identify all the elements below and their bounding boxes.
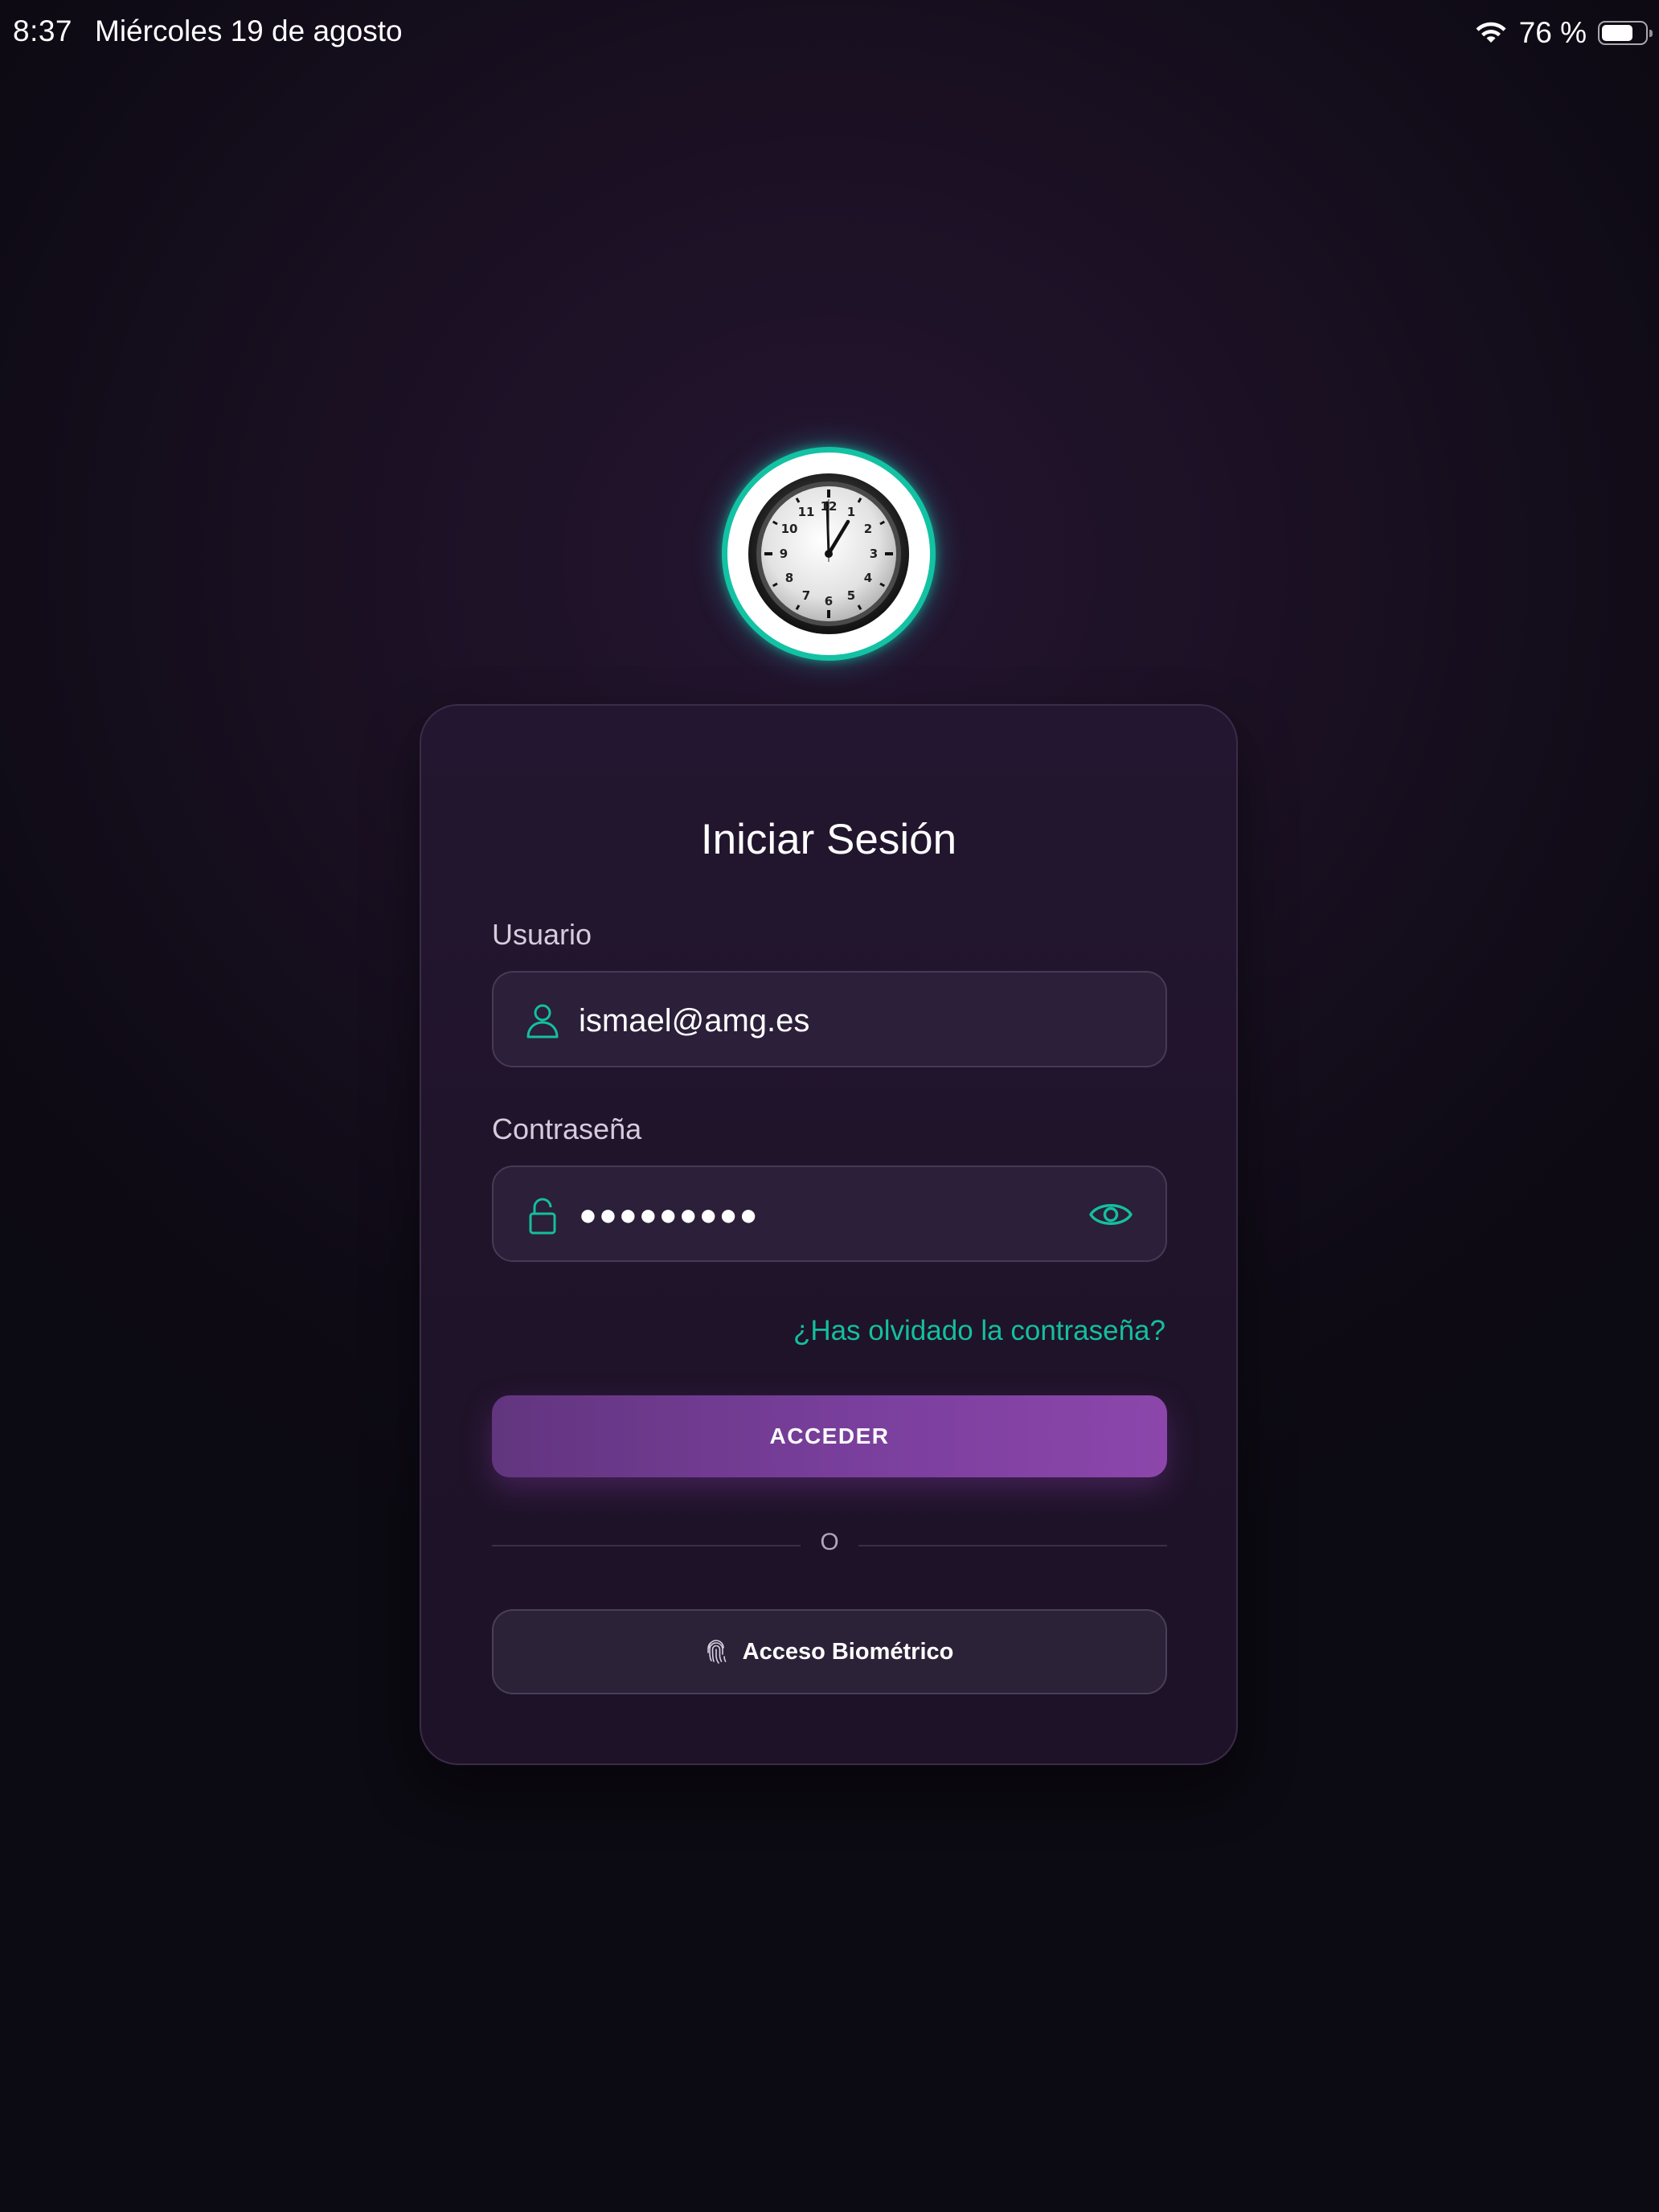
svg-text:1: 1 xyxy=(847,505,855,519)
status-bar: 8:37 Miércoles 19 de agosto 76 % xyxy=(0,0,1659,64)
submit-button-label: ACCEDER xyxy=(769,1423,890,1448)
biometric-button[interactable]: Acceso Biométrico xyxy=(492,1609,1167,1694)
battery-level xyxy=(1602,25,1633,41)
clock-icon: 12 1 2 3 4 5 6 7 8 9 10 11 xyxy=(748,473,909,634)
battery-percent: 76 % xyxy=(1518,16,1587,49)
svg-text:6: 6 xyxy=(825,594,833,608)
password-input[interactable]: ●●●●●●●●● xyxy=(492,1165,1167,1262)
submit-button[interactable]: ACCEDER xyxy=(492,1395,1167,1477)
forgot-password-link[interactable]: ¿Has olvidado la contraseña? xyxy=(793,1315,1165,1347)
status-date: Miércoles 19 de agosto xyxy=(95,14,403,47)
status-time: 8:37 xyxy=(13,14,73,47)
login-card: Iniciar Sesión Usuario ismael@amg.es Con… xyxy=(420,704,1238,1765)
battery-tip xyxy=(1649,30,1653,37)
svg-text:11: 11 xyxy=(798,505,815,519)
divider-left xyxy=(492,1545,801,1546)
status-indicators: 76 % xyxy=(1474,16,1653,50)
battery-icon xyxy=(1598,21,1653,45)
svg-text:2: 2 xyxy=(864,522,872,536)
divider-right xyxy=(858,1545,1167,1546)
svg-text:4: 4 xyxy=(864,571,872,585)
password-value: ●●●●●●●●● xyxy=(579,1198,760,1232)
username-input[interactable]: ismael@amg.es xyxy=(492,971,1167,1067)
svg-text:9: 9 xyxy=(780,547,788,561)
svg-text:8: 8 xyxy=(785,571,793,585)
lock-icon xyxy=(529,1198,556,1235)
biometric-button-label: Acceso Biométrico xyxy=(742,1638,954,1665)
username-value: ismael@amg.es xyxy=(579,1003,810,1038)
password-label: Contraseña xyxy=(492,1112,642,1145)
svg-text:5: 5 xyxy=(847,588,855,603)
svg-text:10: 10 xyxy=(781,522,798,536)
fingerprint-icon xyxy=(707,1640,726,1664)
show-password-eye-icon[interactable] xyxy=(1088,1198,1133,1231)
app-logo: 12 1 2 3 4 5 6 7 8 9 10 11 xyxy=(722,447,936,661)
username-label: Usuario xyxy=(492,918,592,951)
svg-text:3: 3 xyxy=(870,547,878,561)
wifi-icon xyxy=(1476,22,1506,43)
svg-text:7: 7 xyxy=(802,588,810,603)
page-title: Iniciar Sesión xyxy=(700,816,957,863)
divider-text: O xyxy=(820,1529,839,1555)
user-icon xyxy=(526,1004,559,1038)
